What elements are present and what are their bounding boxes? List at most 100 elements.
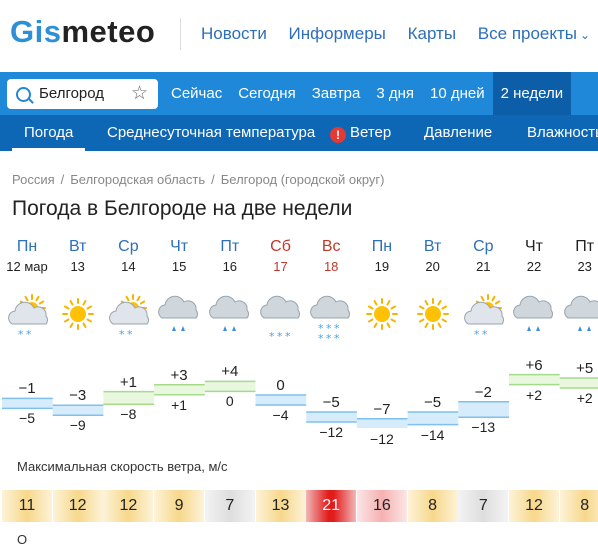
- wind-speed-value: 11: [2, 490, 52, 522]
- city-search-input[interactable]: Белгород ☆: [7, 79, 158, 109]
- partly-cloudy-snow-icon: * *: [2, 292, 52, 342]
- max-temperature: +3: [170, 366, 188, 384]
- day-column-header[interactable]: Пн 19: [357, 238, 407, 274]
- min-temperature: +2: [526, 386, 542, 403]
- tab-wind[interactable]: ! Ветер: [330, 115, 391, 151]
- min-temperature: 0: [225, 393, 234, 410]
- period-tab-0[interactable]: Сейчас: [163, 72, 230, 115]
- day-date: 18: [323, 259, 339, 274]
- day-of-week: Чт: [525, 238, 543, 255]
- day-of-week: Пт: [220, 238, 240, 255]
- day-date: 20: [425, 259, 440, 274]
- breadcrumb-separator: /: [211, 172, 215, 187]
- period-tab-5[interactable]: 2 недели: [492, 72, 572, 115]
- wind-speed-value: 12: [509, 490, 559, 522]
- tab-weather[interactable]: Погода: [12, 115, 86, 151]
- min-temperature: +1: [171, 396, 188, 413]
- max-temperature: 0: [276, 377, 285, 394]
- nav-maps[interactable]: Карты: [408, 24, 456, 43]
- cloud-rain-icon: [509, 292, 559, 342]
- day-column-header[interactable]: Пн 12 мар: [2, 238, 52, 274]
- min-temperature: −14: [420, 426, 445, 443]
- period-tab-3[interactable]: 3 дня: [368, 72, 422, 115]
- day-column-header[interactable]: Чт 22: [509, 238, 559, 274]
- max-temperature: −5: [424, 394, 442, 411]
- day-column-header[interactable]: Ср 21: [458, 238, 508, 274]
- max-temperature: −7: [373, 400, 391, 418]
- nav-informers[interactable]: Информеры: [289, 24, 386, 43]
- day-date: 17: [273, 259, 288, 274]
- day-of-week: Вс: [321, 238, 341, 255]
- min-temperature: −13: [471, 419, 496, 436]
- wind-speed-value: 7: [204, 490, 255, 522]
- cloud-snow-icon: * * *: [256, 292, 306, 343]
- min-temperature: −12: [370, 430, 394, 447]
- chevron-down-icon: ⌄: [580, 28, 591, 42]
- svg-text:*: *: [18, 328, 24, 341]
- max-temperature: +4: [221, 363, 239, 381]
- breadcrumb-district[interactable]: Белгород (городской округ): [221, 172, 385, 187]
- day-column-header[interactable]: Вт 20: [408, 238, 458, 274]
- min-temperature: −12: [319, 424, 344, 440]
- day-column-header[interactable]: Сб 17: [256, 238, 306, 274]
- day-of-week: Вт: [68, 238, 87, 255]
- max-temperature: −3: [69, 387, 87, 405]
- wind-speed-value: 12: [103, 490, 154, 522]
- day-of-week: Чт: [170, 238, 189, 255]
- cloud-rain-icon: [154, 292, 204, 342]
- period-tab-1[interactable]: Сегодня: [230, 72, 304, 115]
- wind-speed-value: 12: [52, 490, 103, 522]
- svg-text:*: *: [326, 332, 332, 345]
- day-column-header[interactable]: Пт 23: [560, 238, 598, 274]
- cloud-rain-icon: [205, 292, 255, 342]
- day-date: 19: [374, 259, 390, 274]
- day-date: 12 мар: [6, 259, 48, 274]
- tab-pressure[interactable]: Давление: [424, 115, 492, 151]
- day-headers: Пн 12 мар Вт 13 Ср 14 Чт 15 Пт 16 Сб 17 Вс 18 Пн 19 Вт 20…: [0, 238, 598, 282]
- top-nav: Новости Информеры Карты Все проекты ⌄: [201, 24, 598, 44]
- svg-text:*: *: [334, 332, 340, 345]
- nav-all-projects[interactable]: Все проекты ⌄: [478, 24, 598, 43]
- svg-text:*: *: [127, 328, 133, 341]
- nav-news[interactable]: Новости: [201, 24, 267, 43]
- day-of-week: Пт: [575, 238, 595, 255]
- day-column-header[interactable]: Вт 13: [53, 238, 103, 274]
- breadcrumb: Россия / Белгородская область / Белгород (го…: [12, 172, 385, 187]
- day-column-header[interactable]: Ср 14: [103, 238, 153, 274]
- breadcrumb-region[interactable]: Белгородская область: [70, 172, 205, 187]
- sunny-icon: [408, 292, 458, 342]
- day-column-header[interactable]: Пт 16: [205, 238, 255, 274]
- wind-speed-value: 13: [255, 490, 306, 522]
- min-temperature: −5: [19, 410, 35, 427]
- breadcrumb-separator: /: [60, 172, 65, 187]
- day-date: 21: [476, 259, 491, 274]
- day-column-header[interactable]: Чт 15: [154, 238, 204, 274]
- wind-speed-value: 16: [356, 490, 407, 522]
- sunny-icon: [53, 292, 103, 342]
- wind-speed-value: 9: [154, 490, 205, 522]
- breadcrumb-russia[interactable]: Россия: [12, 172, 55, 187]
- day-date: 14: [121, 259, 136, 274]
- wind-row: 11 12 12 9 7 13 21 16 8 7 12 8: [0, 490, 598, 522]
- gismeteo-logo[interactable]: Gismeteo: [10, 14, 155, 50]
- tab-humidity[interactable]: Влажность: [527, 115, 598, 151]
- day-of-week: Сб: [270, 238, 291, 255]
- day-of-week: Ср: [473, 238, 494, 255]
- svg-text:*: *: [26, 328, 32, 341]
- favorite-star-icon[interactable]: ☆: [131, 82, 148, 105]
- tab-avg-temperature[interactable]: Среднесуточная температура: [107, 115, 315, 151]
- day-of-week: Вт: [423, 238, 442, 255]
- period-tab-2[interactable]: Завтра: [304, 72, 369, 115]
- cloud-heavy-snow-icon: * * * * * *: [306, 292, 356, 345]
- wind-speed-value: 21: [306, 490, 357, 522]
- period-tabs: Сейчас Сегодня Завтра 3 дня 10 дней 2 недели: [163, 72, 572, 115]
- svg-text:*: *: [482, 328, 488, 341]
- day-date: 15: [171, 259, 187, 274]
- day-column-header[interactable]: Вс 18: [306, 238, 356, 274]
- day-of-week: Ср: [118, 238, 139, 255]
- svg-text:*: *: [269, 330, 275, 343]
- period-bar: Белгород ☆ Сейчас Сегодня Завтра 3 дня 10 дн…: [0, 72, 598, 115]
- period-tab-4[interactable]: 10 дней: [422, 72, 493, 115]
- search-value: Белгород: [39, 85, 105, 102]
- wind-speed-value: 7: [458, 490, 509, 522]
